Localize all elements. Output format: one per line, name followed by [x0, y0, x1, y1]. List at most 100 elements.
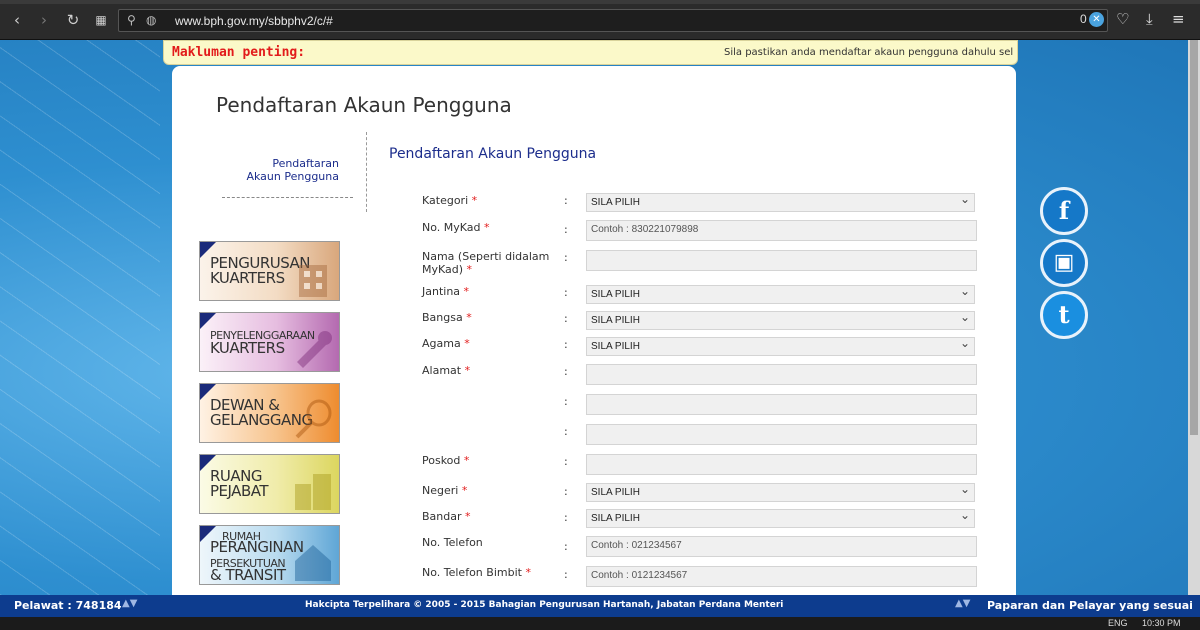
- house-icon: [295, 545, 331, 581]
- reload-icon[interactable]: ↻: [64, 11, 82, 29]
- bimbit-label-text: No. Telefon Bimbit: [422, 566, 522, 579]
- alamat-line2-input[interactable]: [586, 394, 977, 415]
- sidebar-item-registration[interactable]: Pendaftaran Akaun Pengguna: [222, 157, 339, 183]
- os-taskbar: ENG 10:30 PM: [0, 617, 1200, 630]
- form-title: Pendaftaran Akaun Pengguna: [389, 146, 597, 162]
- colon: :: [564, 540, 568, 553]
- kategori-select[interactable]: SILA PILIH: [586, 193, 975, 212]
- colon: :: [564, 395, 568, 408]
- back-icon[interactable]: ‹: [8, 11, 26, 29]
- instagram-icon[interactable]: ▣: [1040, 239, 1088, 287]
- alamat-line1-input[interactable]: [586, 364, 977, 385]
- heart-icon[interactable]: ♡: [1116, 10, 1129, 28]
- scroll-arrows-icon: ▲▼: [955, 598, 971, 609]
- required-mark: *: [484, 221, 490, 234]
- required-mark: *: [464, 337, 470, 350]
- visitor-counter: Pelawat : 748184: [14, 599, 122, 612]
- speed-dial-icon[interactable]: ▦: [92, 11, 110, 29]
- banner-penyelenggaraan-kuarters[interactable]: Penyelenggaraan Kuarters: [199, 312, 340, 372]
- office-building-icon: [295, 474, 331, 510]
- colon: :: [564, 338, 568, 351]
- required-mark: *: [471, 194, 478, 207]
- colon: :: [564, 286, 568, 299]
- negeri-label-text: Negeri: [422, 484, 459, 497]
- banner-dewan-gelanggang[interactable]: Dewan & Gelanggang: [199, 383, 340, 443]
- menu-icon[interactable]: ≡: [1172, 10, 1185, 28]
- bimbit-input[interactable]: Contoh : 0121234567: [586, 566, 977, 587]
- blocked-count: 0: [1080, 12, 1087, 26]
- sidebar-link-line2[interactable]: Akaun Pengguna: [222, 170, 339, 183]
- banner-line2: Kuarters: [210, 339, 285, 357]
- colon: :: [564, 251, 568, 264]
- telefon-input[interactable]: Contoh : 021234567: [586, 536, 977, 557]
- background-pattern: [0, 40, 160, 595]
- nama-label-text: Nama (Seperti didalam MyKad): [422, 250, 550, 276]
- colon: :: [564, 511, 568, 524]
- jantina-label: Jantina *: [422, 285, 557, 298]
- required-mark: *: [461, 484, 468, 497]
- sidebar-link-line1[interactable]: Pendaftaran: [222, 157, 339, 170]
- required-mark: *: [465, 510, 471, 523]
- browser-compat-note[interactable]: Paparan dan Pelayar yang sesuai: [987, 599, 1193, 612]
- mykad-label: No. MyKad *: [422, 221, 557, 234]
- notice-label: Makluman penting:: [172, 45, 306, 60]
- bangsa-label-text: Bangsa: [422, 311, 463, 324]
- required-mark: *: [466, 311, 472, 324]
- mykad-input[interactable]: Contoh : 830221079898: [586, 220, 977, 241]
- banner-pengurusan-kuarters[interactable]: Pengurusan Kuarters: [199, 241, 340, 301]
- building-icon: [299, 265, 327, 297]
- scroll-arrows-icon: ▲▼: [122, 598, 138, 609]
- telefon-label: No. Telefon: [422, 536, 483, 549]
- ad-block-icon[interactable]: ✕: [1089, 12, 1104, 27]
- globe-icon[interactable]: ◍: [146, 13, 156, 27]
- colon: :: [564, 425, 568, 438]
- banner-line4: & Transit: [210, 566, 286, 584]
- facebook-icon[interactable]: f: [1040, 187, 1088, 235]
- jantina-select[interactable]: SILA PILIH: [586, 285, 975, 304]
- jantina-label-text: Jantina: [422, 285, 461, 298]
- site-footer: Pelawat : 748184 ▲▼ Hakcipta Terpelihara…: [0, 595, 1200, 617]
- language-indicator[interactable]: ENG: [1108, 618, 1128, 628]
- address-bar[interactable]: ⚲ ◍ www.bph.gov.my/sbbphv2/c/#: [118, 9, 1108, 32]
- colon: :: [564, 194, 568, 207]
- url-text[interactable]: www.bph.gov.my/sbbphv2/c/#: [175, 14, 333, 28]
- colon: :: [564, 485, 568, 498]
- page-title: Pendaftaran Akaun Pengguna: [216, 93, 512, 117]
- required-mark: *: [466, 263, 473, 276]
- download-icon[interactable]: ⤓: [1146, 10, 1153, 28]
- agama-label: Agama *: [422, 337, 557, 350]
- sidebar-vertical-divider: [366, 132, 367, 212]
- key-icon: ⚲: [127, 13, 136, 27]
- colon: :: [564, 568, 568, 581]
- poskod-label-text: Poskod: [422, 454, 461, 467]
- alamat-label-text: Alamat: [422, 364, 462, 377]
- banner-ruang-pejabat[interactable]: Ruang Pejabat: [199, 454, 340, 514]
- twitter-icon[interactable]: t: [1040, 291, 1088, 339]
- banner-line2: Pejabat: [210, 482, 269, 500]
- banner-rumah-peranginan[interactable]: Rumah Peranginan Persekutuan & Transit: [199, 525, 340, 585]
- required-mark: *: [463, 285, 470, 298]
- colon: :: [564, 223, 568, 236]
- tab-strip: [0, 0, 1200, 4]
- poskod-label: Poskod *: [422, 454, 557, 467]
- clock[interactable]: 10:30 PM: [1142, 618, 1181, 628]
- scrollbar-thumb[interactable]: [1190, 40, 1198, 435]
- alamat-line3-input[interactable]: [586, 424, 977, 445]
- nama-input[interactable]: [586, 250, 977, 271]
- bandar-select[interactable]: SILA PILIH: [586, 509, 975, 528]
- negeri-select[interactable]: SILA PILIH: [586, 483, 975, 502]
- agama-label-text: Agama: [422, 337, 461, 350]
- banner-line2: Peranginan: [210, 538, 304, 556]
- required-mark: *: [525, 566, 531, 579]
- bimbit-label: No. Telefon Bimbit *: [422, 566, 557, 579]
- bandar-label-text: Bandar: [422, 510, 462, 523]
- bangsa-label: Bangsa *: [422, 311, 557, 324]
- bangsa-select[interactable]: SILA PILIH: [586, 311, 975, 330]
- copyright-text: Hakcipta Terpelihara © 2005 - 2015 Bahag…: [305, 600, 784, 610]
- colon: :: [564, 455, 568, 468]
- agama-select[interactable]: SILA PILIH: [586, 337, 975, 356]
- poskod-input[interactable]: [586, 454, 977, 475]
- bandar-label: Bandar *: [422, 510, 557, 523]
- required-mark: *: [463, 454, 470, 467]
- forward-icon[interactable]: ›: [35, 11, 53, 29]
